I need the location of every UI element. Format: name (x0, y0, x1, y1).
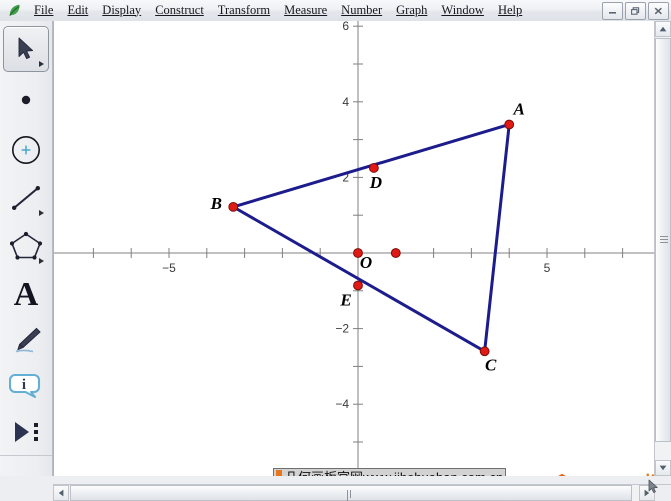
restore-button[interactable] (625, 2, 646, 20)
menu-construct-label: Construct (155, 2, 204, 17)
svg-text:−2: −2 (335, 322, 349, 336)
menu-file-label: File (34, 2, 54, 17)
sketchpad-window: File Edit Display Construct Transform Me… (0, 0, 671, 501)
office-brand-text: Office (583, 474, 643, 476)
straightedge-tool[interactable] (4, 176, 48, 220)
point-b[interactable] (228, 201, 239, 212)
compass-circle-tool[interactable] (4, 128, 48, 172)
point-d[interactable] (368, 163, 379, 173)
menu-measure[interactable]: Measure (277, 2, 334, 20)
text-tool[interactable]: A (4, 274, 48, 316)
menu-number[interactable]: Number (334, 2, 389, 20)
menu-measure-label: Measure (284, 2, 328, 17)
mouse-cursor-icon (648, 479, 660, 500)
svg-text:5: 5 (544, 261, 551, 275)
horizontal-scroll-thumb[interactable] (70, 485, 632, 501)
scroll-down-button[interactable] (655, 460, 671, 476)
sketch-svg[interactable]: −55642−2−4−6 ABCDEO (54, 21, 656, 476)
menu-transform-label: Transform (217, 2, 271, 17)
axes (54, 21, 656, 476)
sketch-canvas[interactable]: −55642−2−4−6 ABCDEO 几何画板官网www.jihehuaban… (53, 21, 656, 476)
point-a[interactable] (504, 119, 515, 130)
close-button[interactable] (648, 2, 669, 20)
menu-number-label: Number (341, 2, 383, 17)
menu-window-label: Window (441, 2, 484, 17)
point-label-e: E (339, 291, 351, 310)
scroll-up-button[interactable] (655, 21, 671, 37)
menu-file[interactable]: File (27, 2, 60, 20)
sketchpad-leaf-icon (3, 2, 25, 20)
menu-graph-label: Graph (396, 2, 428, 17)
point-label-o: O (360, 253, 372, 272)
point-label-c: C (485, 355, 497, 374)
palette-footer (0, 485, 53, 501)
office-logo-icon (545, 473, 579, 476)
point-label-a: A (513, 99, 525, 118)
triangle-segments[interactable] (231, 122, 511, 353)
menu-edit[interactable]: Edit (60, 2, 95, 20)
watermark-accent-bar (276, 470, 282, 476)
hscroll-thumb-grip-icon (347, 490, 355, 501)
information-tool[interactable]: i (4, 364, 48, 408)
svg-text:6: 6 (342, 21, 349, 33)
polygon-tool[interactable] (4, 224, 48, 268)
menu-display[interactable]: Display (95, 2, 148, 20)
scroll-left-button[interactable] (53, 485, 69, 501)
menu-transform[interactable]: Transform (211, 2, 277, 20)
menu-help[interactable]: Help (491, 2, 529, 20)
point-e[interactable] (353, 280, 363, 291)
marker-tool[interactable] (4, 318, 48, 362)
svg-text:4: 4 (342, 95, 349, 109)
point-labels: A B C D EO (210, 99, 525, 374)
window-controls (602, 2, 669, 20)
svg-text:−5: −5 (162, 261, 176, 275)
scroll-thumb-grip-icon (660, 236, 668, 244)
custom-tool[interactable] (4, 410, 48, 454)
minimize-button[interactable] (602, 2, 623, 20)
polygon-tool-flyout-icon[interactable] (39, 258, 44, 264)
point-tool[interactable] (4, 78, 48, 122)
point-unlabeled[interactable] (390, 248, 401, 258)
watermark-jihehuaban: 几何画板官网www.jihehuaban.com.cn (273, 468, 507, 476)
menu-graph[interactable]: Graph (389, 2, 434, 20)
point-label-d: D (369, 173, 382, 192)
vertical-scroll-thumb[interactable] (655, 38, 671, 442)
point-label-b: B (210, 194, 222, 213)
arrow-select-tool[interactable] (3, 26, 49, 72)
tool-palette: A i (0, 21, 53, 476)
svg-text:i: i (22, 377, 26, 393)
menu-help-label: Help (497, 2, 523, 17)
letter-a-icon: A (13, 276, 39, 313)
horizontal-scrollbar[interactable] (53, 484, 655, 501)
plotted-points[interactable] (228, 119, 515, 357)
svg-text:−4: −4 (335, 397, 349, 411)
menu-edit-label: Edit (67, 2, 89, 17)
menu-window[interactable]: Window (434, 2, 491, 20)
vertical-scrollbar[interactable] (654, 21, 671, 476)
menu-construct[interactable]: Construct (148, 2, 211, 20)
watermark-jihehuaban-text: 几何画板官网www.jihehuaban.com.cn (285, 470, 503, 476)
menu-bar: File Edit Display Construct Transform Me… (0, 0, 671, 22)
menu-display-label: Display (102, 2, 142, 17)
straightedge-tool-flyout-icon[interactable] (39, 210, 44, 216)
watermark-office26: Office教程网 www.office26.com (545, 473, 656, 476)
arrow-tool-flyout-icon[interactable] (39, 61, 44, 67)
